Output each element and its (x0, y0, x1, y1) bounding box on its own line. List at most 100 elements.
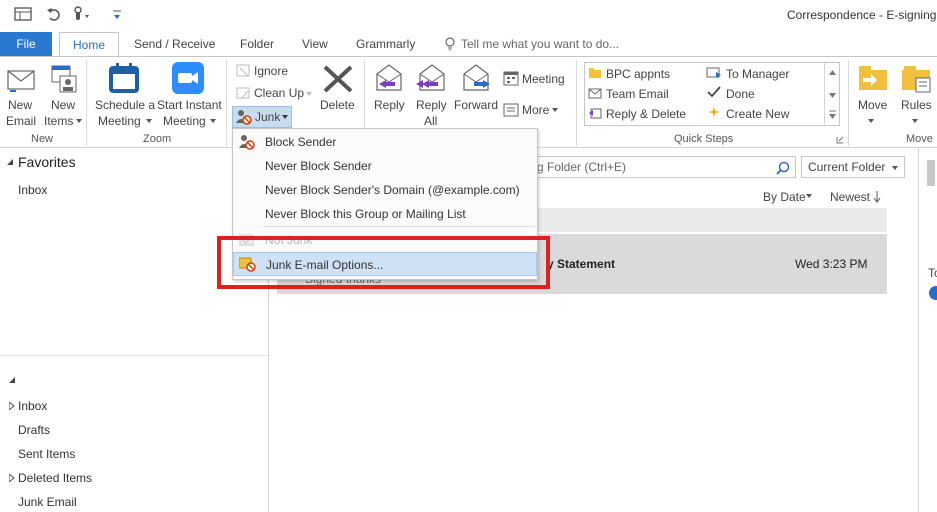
tab-file[interactable]: File (0, 32, 52, 56)
more-icon[interactable] (503, 102, 519, 118)
customize-qat-icon[interactable] (112, 9, 122, 21)
delete-button[interactable]: Delete (320, 98, 355, 112)
rules-icon[interactable] (900, 64, 932, 94)
new-items-icon[interactable] (48, 64, 78, 94)
divider (0, 355, 268, 356)
quick-step-reply-delete[interactable]: Reply & Delete (606, 107, 686, 121)
group-label-zoom: Zoom (143, 133, 172, 145)
envelope-icon (588, 87, 602, 99)
tab-home[interactable]: Home (59, 32, 119, 57)
message-date: Wed 3:23 PM (795, 257, 868, 271)
move-button[interactable]: Move (858, 98, 887, 112)
undo-icon[interactable] (46, 6, 62, 22)
chevron-down-icon (912, 119, 918, 123)
new-email-icon[interactable] (7, 66, 35, 94)
menu-item-never-block-domain[interactable]: Never Block Sender's Domain (@example.co… (233, 178, 537, 202)
quick-step-to-manager[interactable]: To Manager (726, 67, 789, 81)
expand-triangle-icon[interactable] (9, 474, 15, 482)
schedule-meeting-line2[interactable]: Meeting (98, 114, 141, 128)
forward-button[interactable]: Forward (454, 98, 498, 112)
reply-all-line1[interactable]: Reply (416, 98, 447, 112)
group-label-new: New (31, 133, 54, 145)
schedule-meeting-line1[interactable]: Schedule a (95, 98, 155, 112)
tab-grammarly[interactable]: Grammarly (356, 32, 415, 56)
menu-item-never-block-sender[interactable]: Never Block Sender (233, 154, 537, 178)
meeting-icon[interactable] (503, 70, 519, 86)
quick-step-done[interactable]: Done (726, 87, 755, 101)
reply-all-line2[interactable]: All (424, 114, 437, 128)
chevron-down-icon (892, 166, 898, 170)
folder-sent-items[interactable]: Sent Items (18, 447, 75, 461)
more-button[interactable]: More (522, 103, 549, 117)
tell-me-box[interactable]: Tell me what you want to do... (461, 32, 619, 56)
group-label-quick-steps: Quick Steps (674, 133, 734, 145)
dialog-launcher-icon[interactable] (836, 136, 844, 144)
favorites-header[interactable]: Favorites (18, 154, 76, 170)
folder-move-icon (588, 67, 602, 79)
collapse-triangle-icon[interactable] (9, 377, 15, 383)
expand-triangle-icon[interactable] (9, 402, 15, 410)
zoom-video-icon[interactable] (172, 62, 204, 94)
search-scope-value: Current Folder (808, 160, 886, 174)
chevron-down-icon (552, 108, 558, 112)
reply-icon[interactable] (373, 62, 405, 92)
tab-send-receive[interactable]: Send / Receive (134, 32, 215, 56)
menu-item-label: Never Block Sender's Domain (@example.co… (265, 183, 520, 197)
group-label-move: Move (906, 133, 933, 145)
meeting-button[interactable]: Meeting (522, 72, 565, 86)
junk-person-block-icon (235, 109, 253, 125)
junk-button-label[interactable]: Junk (255, 110, 280, 124)
menu-item-label: Block Sender (265, 135, 337, 149)
ribbon-separator (848, 60, 849, 146)
new-email-button-line2[interactable]: Email (6, 114, 36, 128)
checkmark-icon (707, 86, 721, 98)
chevron-down-icon (146, 119, 152, 123)
folder-deleted-items[interactable]: Deleted Items (18, 471, 92, 485)
chevron-down-icon (868, 119, 874, 123)
reply-all-icon[interactable] (414, 62, 448, 92)
menu-item-block-sender[interactable]: Block Sender (233, 130, 537, 154)
start-instant-meeting-line1[interactable]: Start Instant (157, 98, 222, 112)
collapse-triangle-icon[interactable] (7, 159, 13, 165)
start-instant-meeting-line2[interactable]: Meeting (163, 114, 206, 128)
search-input[interactable]: g Folder (Ctrl+E) (532, 156, 796, 178)
new-items-button-line2[interactable]: Items (44, 114, 73, 128)
sparkle-icon (707, 105, 721, 119)
reply-button[interactable]: Reply (374, 98, 405, 112)
menu-item-label: Never Block Sender (265, 159, 372, 173)
sort-by-button[interactable]: By Date (763, 190, 806, 204)
ribbon-tab-bar: File Home Send / Receive Folder View Gra… (0, 32, 937, 57)
favorites-inbox[interactable]: Inbox (18, 183, 47, 197)
chevron-down-icon (306, 92, 312, 96)
quick-step-create-new[interactable]: Create New (726, 107, 789, 121)
forward-to-manager-icon (706, 66, 722, 80)
rules-button[interactable]: Rules (901, 98, 932, 112)
chevron-down-icon (76, 119, 82, 123)
message-subject: y Statement (547, 257, 616, 271)
tab-view[interactable]: View (302, 32, 328, 56)
folder-inbox[interactable]: Inbox (18, 399, 47, 413)
quick-steps-scroll[interactable] (824, 63, 839, 125)
sort-order-button[interactable]: Newest (830, 190, 870, 204)
quick-step-team-email[interactable]: Team Email (606, 87, 669, 101)
search-scope-dropdown[interactable]: Current Folder (801, 156, 905, 178)
folder-junk-email[interactable]: Junk Email (18, 495, 77, 509)
folder-drafts[interactable]: Drafts (18, 423, 50, 437)
search-icon[interactable] (776, 161, 790, 175)
forward-icon[interactable] (460, 62, 492, 92)
quick-step-bpc-appnts[interactable]: BPC appnts (606, 67, 670, 81)
tab-folder[interactable]: Folder (240, 32, 274, 56)
touch-mode-icon[interactable] (70, 5, 90, 23)
move-folder-icon[interactable] (857, 62, 889, 92)
outlook-app-icon[interactable] (14, 6, 32, 22)
scrollbar-thumb[interactable] (927, 160, 935, 186)
title-bar: Correspondence - E-signing (0, 0, 937, 32)
new-items-button-line1[interactable]: New (51, 98, 75, 112)
new-email-button-line1[interactable]: New (8, 98, 32, 112)
reading-pane-edge: To (918, 148, 937, 512)
delete-x-icon[interactable] (322, 64, 354, 94)
window-title: Correspondence - E-signing (787, 8, 937, 22)
menu-item-label: Never Block this Group or Mailing List (265, 207, 466, 221)
calendar-icon[interactable] (108, 62, 140, 94)
menu-item-never-block-group[interactable]: Never Block this Group or Mailing List (233, 202, 537, 226)
